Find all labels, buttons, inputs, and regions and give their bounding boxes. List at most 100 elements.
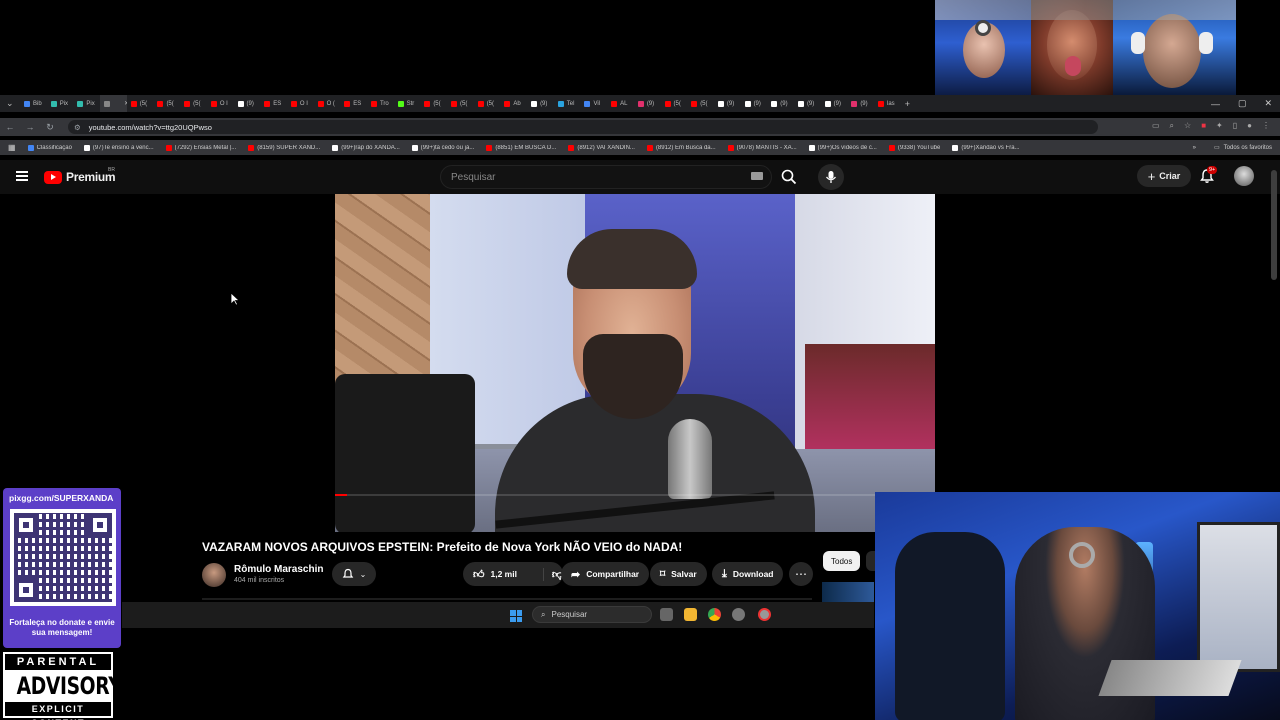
close-icon[interactable]: ✕ <box>1264 98 1272 109</box>
apps-grid-icon[interactable]: ▦ <box>8 143 16 152</box>
browser-tab[interactable]: (5( <box>687 95 714 112</box>
bookmark-item[interactable]: (9078) MANTIS - XA... <box>727 144 797 151</box>
search-icon[interactable] <box>780 168 798 186</box>
settings-icon[interactable] <box>732 608 745 621</box>
bookmark-favicon-icon <box>888 144 895 151</box>
filter-chip-all[interactable]: Todos <box>823 551 861 571</box>
browser-tab[interactable]: Pix <box>47 95 74 112</box>
bookmark-item[interactable]: (99+)Os vídeos de c... <box>808 144 877 151</box>
browser-tab[interactable]: Str <box>394 95 421 112</box>
browser-tab[interactable]: Tel <box>554 95 581 112</box>
more-bookmarks-icon[interactable]: » <box>1193 145 1196 151</box>
keyboard-icon[interactable] <box>751 172 763 180</box>
browser-tab[interactable]: (9) <box>527 95 554 112</box>
browser-tab[interactable]: Bib <box>20 95 47 112</box>
create-button[interactable]: + Criar <box>1137 165 1191 187</box>
save-button[interactable]: ⌑ Salvar <box>650 562 707 586</box>
browser-tab[interactable]: Ab <box>500 95 527 112</box>
more-actions-button[interactable]: ⋯ <box>789 562 813 586</box>
browser-tab[interactable]: (9) <box>794 95 821 112</box>
puzzle-icon[interactable]: ✦ <box>1216 121 1223 131</box>
browser-tab[interactable]: (9) <box>234 95 261 112</box>
browser-tab[interactable]: O I <box>287 95 314 112</box>
video-player[interactable] <box>335 194 935 532</box>
browser-tab[interactable]: (5( <box>127 95 154 112</box>
maximize-icon[interactable]: ▢ <box>1238 98 1247 109</box>
browser-tab[interactable]: Pix <box>73 95 100 112</box>
app-icon[interactable] <box>758 608 771 621</box>
new-tab-icon[interactable]: + <box>905 99 910 109</box>
tab-label: ES <box>273 100 282 107</box>
browser-tab[interactable]: (5( <box>661 95 688 112</box>
bookmark-item[interactable]: (8912) Em Busca da... <box>646 144 716 151</box>
all-bookmarks[interactable]: » ▭ Todos os favoritos <box>1186 140 1272 155</box>
browser-tab[interactable]: (9) <box>741 95 768 112</box>
browser-tab[interactable]: (9) <box>714 95 741 112</box>
page-scrollbar[interactable] <box>1271 170 1277 280</box>
bookmark-item[interactable]: (8912) VAI XANDIN... <box>568 144 635 151</box>
zoom-icon[interactable]: ⌕ <box>1170 121 1174 131</box>
search-input[interactable]: Pesquisar <box>440 165 772 189</box>
tab-favicon-icon <box>24 100 30 107</box>
bookmark-item[interactable]: (99+)rap do XANDÃ... <box>332 144 400 151</box>
browser-tab[interactable]: (9) <box>634 95 661 112</box>
mic-button[interactable] <box>818 164 844 190</box>
browser-tab[interactable]: ✕ <box>100 95 127 112</box>
chrome-icon[interactable] <box>708 608 721 621</box>
bookmark-item[interactable]: (7292) Ensias Metal |... <box>165 144 236 151</box>
download-button[interactable]: ⤓ Download <box>712 562 784 586</box>
browser-tab[interactable]: Tro <box>367 95 394 112</box>
minimize-icon[interactable]: — <box>1211 99 1220 109</box>
channel-avatar[interactable] <box>202 563 226 587</box>
browser-tab[interactable]: las <box>874 95 901 112</box>
channel-name[interactable]: Rômulo Maraschin <box>234 564 323 575</box>
site-info-icon[interactable]: ⚙ <box>74 123 81 132</box>
profile-icon[interactable]: ● <box>1247 121 1252 131</box>
dislike-icon[interactable]: 👎︎ <box>542 567 563 581</box>
share-button[interactable]: ➦ Compartilhar <box>561 562 650 586</box>
browser-tab[interactable]: ES <box>260 95 287 112</box>
extension-red-icon[interactable]: ■ <box>1201 121 1206 131</box>
browser-tab[interactable]: Vil <box>580 95 607 112</box>
menu-icon[interactable] <box>16 171 28 181</box>
subscribed-bell-button[interactable]: ⌄ <box>332 562 376 586</box>
browser-tab[interactable]: O I <box>207 95 234 112</box>
reload-icon[interactable]: ↻ <box>40 122 60 133</box>
browser-tab[interactable]: (9) <box>767 95 794 112</box>
bookmark-item[interactable]: (8851) EM BUSCA D... <box>486 144 556 151</box>
browser-tab[interactable]: (5( <box>420 95 447 112</box>
account-avatar[interactable] <box>1234 166 1254 186</box>
browser-tab[interactable]: (5( <box>153 95 180 112</box>
bookmark-item[interactable]: (9338) YouTube <box>888 144 940 151</box>
tab-search-icon[interactable]: ⌄ <box>6 98 20 109</box>
cast-icon[interactable]: ▭ <box>1152 121 1160 131</box>
bookmark-item[interactable]: Classificação <box>27 144 72 151</box>
browser-tab[interactable]: (9) <box>847 95 874 112</box>
address-bar[interactable]: ⚙ youtube.com/watch?v=ttg20UQPwso <box>68 120 1098 134</box>
forward-icon[interactable]: → <box>20 122 40 132</box>
sidebar-icon[interactable]: ▯ <box>1233 121 1237 131</box>
browser-tab[interactable]: AL <box>607 95 634 112</box>
bookmark-item[interactable]: (97)Te ensino a venc... <box>83 144 154 151</box>
browser-tab[interactable]: (9) <box>821 95 848 112</box>
back-icon[interactable]: ← <box>0 122 20 132</box>
bookmark-item[interactable]: (99+)Xandão vs Fra... <box>952 144 1020 151</box>
tab-favicon-icon <box>664 100 671 107</box>
menu-dots-icon[interactable]: ⋮ <box>1262 121 1270 131</box>
bookmark-item[interactable]: (8159) SUPER XAND... <box>248 144 320 151</box>
browser-tab[interactable]: (5( <box>447 95 474 112</box>
windows-start-icon[interactable] <box>510 610 522 622</box>
star-icon[interactable]: ☆ <box>1184 121 1191 131</box>
browser-tab[interactable]: O ( <box>314 95 341 112</box>
video-progress-bar[interactable] <box>335 494 935 496</box>
youtube-logo[interactable]: Premium <box>44 170 116 184</box>
related-video-thumbnail[interactable] <box>822 582 874 602</box>
browser-tab[interactable]: (5( <box>474 95 501 112</box>
task-view-icon[interactable] <box>660 608 673 621</box>
like-button[interactable]: 👍︎ 1,2 mil 👎︎ <box>463 562 563 586</box>
taskbar-search-input[interactable]: ⌕ Pesquisar <box>532 606 652 623</box>
browser-tab[interactable]: ES <box>340 95 367 112</box>
bookmark-item[interactable]: (99+)tá cedo ou já... <box>411 144 474 151</box>
file-explorer-icon[interactable] <box>684 608 697 621</box>
browser-tab[interactable]: (5( <box>180 95 207 112</box>
